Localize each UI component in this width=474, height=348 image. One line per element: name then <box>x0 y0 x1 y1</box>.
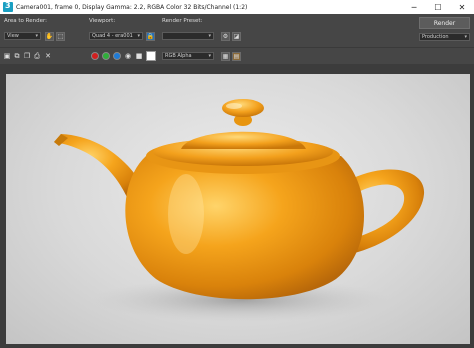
window-controls: ─ ☐ ✕ <box>402 0 474 14</box>
blue-channel-toggle[interactable] <box>113 52 121 60</box>
viewport-dropdown[interactable]: Quad 4 - era001 ▾ <box>89 32 143 40</box>
chevron-down-icon: ▾ <box>137 33 140 39</box>
maximize-button[interactable]: ☐ <box>426 0 450 14</box>
app-logo-icon <box>3 1 13 12</box>
teapot-body <box>125 156 365 300</box>
teapot-render <box>54 99 425 322</box>
render-frame-window <box>0 64 474 348</box>
print-icon[interactable]: ⎙ <box>33 52 41 60</box>
title-bar: Camera001, frame 0, Display Gamma: 2.2, … <box>0 0 474 14</box>
chevron-down-icon: ▾ <box>208 53 211 59</box>
clear-icon[interactable]: ✕ <box>44 52 52 60</box>
close-button[interactable]: ✕ <box>450 0 474 14</box>
render-mode-dropdown[interactable]: Production ▾ <box>419 33 470 41</box>
hand-pan-icon[interactable]: ✋ <box>45 32 54 41</box>
frame-buffer-icon[interactable]: ▤ <box>232 52 241 61</box>
area-to-render-value: View <box>7 33 19 39</box>
viewport-value: Quad 4 - era001 <box>92 33 133 39</box>
environment-icon[interactable]: ◪ <box>232 32 241 41</box>
save-image-icon[interactable]: ▣ <box>3 52 11 60</box>
lid-dome <box>181 131 306 149</box>
render-preset-dropdown[interactable]: ▾ <box>162 32 214 40</box>
chevron-down-icon: ▾ <box>208 33 211 39</box>
area-to-render-label: Area to Render: <box>4 18 48 24</box>
body-highlight <box>168 174 204 254</box>
background-color-swatch[interactable] <box>146 51 156 61</box>
lock-icon[interactable]: 🔒 <box>146 32 155 41</box>
minimize-button[interactable]: ─ <box>402 0 426 14</box>
display-channel-value: RGB Alpha <box>165 53 192 59</box>
knob-highlight <box>226 103 242 109</box>
monochrome-icon[interactable]: ■ <box>135 52 143 60</box>
copy-image-icon[interactable]: ⧉ <box>13 52 21 60</box>
render-button[interactable]: Render <box>419 17 470 29</box>
render-preset-label: Render Preset: <box>162 18 203 24</box>
green-channel-toggle[interactable] <box>102 52 110 60</box>
chevron-down-icon: ▾ <box>35 33 38 39</box>
image-toolbar: ▣ ⧉ ❐ ⎙ ✕ ◉ ■ RGB Alpha ▾ ▦ ▤ <box>0 47 474 64</box>
rendered-image <box>6 74 470 344</box>
render-setup-icon[interactable]: ⚙ <box>221 32 230 41</box>
display-channel-dropdown[interactable]: RGB Alpha ▾ <box>162 52 214 60</box>
clone-frame-icon[interactable]: ❐ <box>23 52 31 60</box>
area-to-render-dropdown[interactable]: View ▾ <box>4 32 41 40</box>
alpha-channel-icon[interactable]: ◉ <box>124 52 132 60</box>
window-title: Camera001, frame 0, Display Gamma: 2.2, … <box>16 3 248 11</box>
region-select-icon[interactable]: ⬚ <box>56 32 65 41</box>
render-toolbar: Area to Render: View ▾ ✋ ⬚ Viewport: Qua… <box>0 14 474 47</box>
viewport-label: Viewport: <box>89 18 116 24</box>
render-mode-value: Production <box>422 34 449 40</box>
histogram-icon[interactable]: ▦ <box>221 52 230 61</box>
chevron-down-icon: ▾ <box>464 34 467 40</box>
red-channel-toggle[interactable] <box>91 52 99 60</box>
